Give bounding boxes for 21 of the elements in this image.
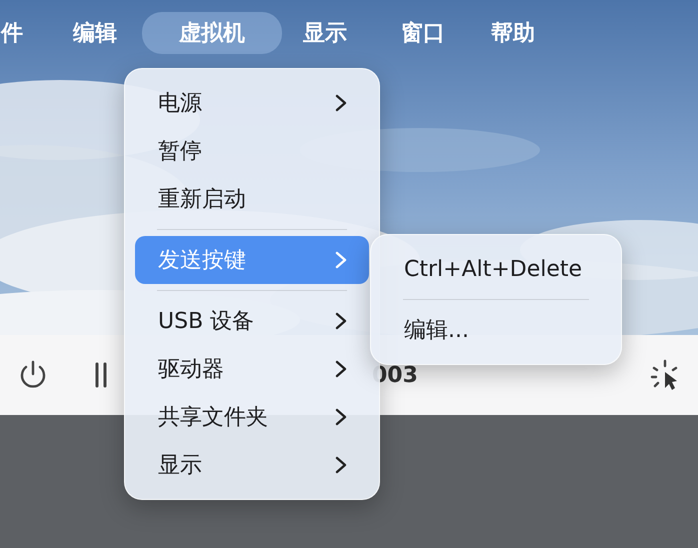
chevron-right-icon	[335, 312, 347, 330]
menu-item[interactable]: 显示	[135, 441, 369, 489]
menu-item[interactable]: 编辑...	[381, 306, 611, 354]
menu-bar-item[interactable]: 编辑	[60, 12, 130, 54]
menu-bar-item[interactable]: 件	[0, 12, 24, 54]
menu-item[interactable]: 电源	[135, 79, 369, 127]
menu-bar-item[interactable]: 窗口	[378, 12, 468, 54]
chevron-right-icon	[335, 360, 347, 378]
menu-item[interactable]: 驱动器	[135, 345, 369, 393]
menu-item[interactable]: Ctrl+Alt+Delete	[381, 245, 611, 293]
vm-title: 003	[372, 362, 418, 388]
chevron-right-icon	[335, 94, 347, 112]
menu-item[interactable]: 暂停	[135, 127, 369, 175]
chevron-right-icon	[335, 251, 347, 269]
menu-bar-item[interactable]: 帮助	[468, 12, 558, 54]
menu-item[interactable]: 共享文件夹	[135, 393, 369, 441]
chevron-right-icon	[335, 408, 347, 426]
chevron-right-icon	[335, 456, 347, 474]
menu-item[interactable]: USB 设备	[135, 297, 369, 345]
menu-item[interactable]: 重新启动	[135, 175, 369, 223]
menu-bar-item[interactable]: 显示	[290, 12, 360, 54]
